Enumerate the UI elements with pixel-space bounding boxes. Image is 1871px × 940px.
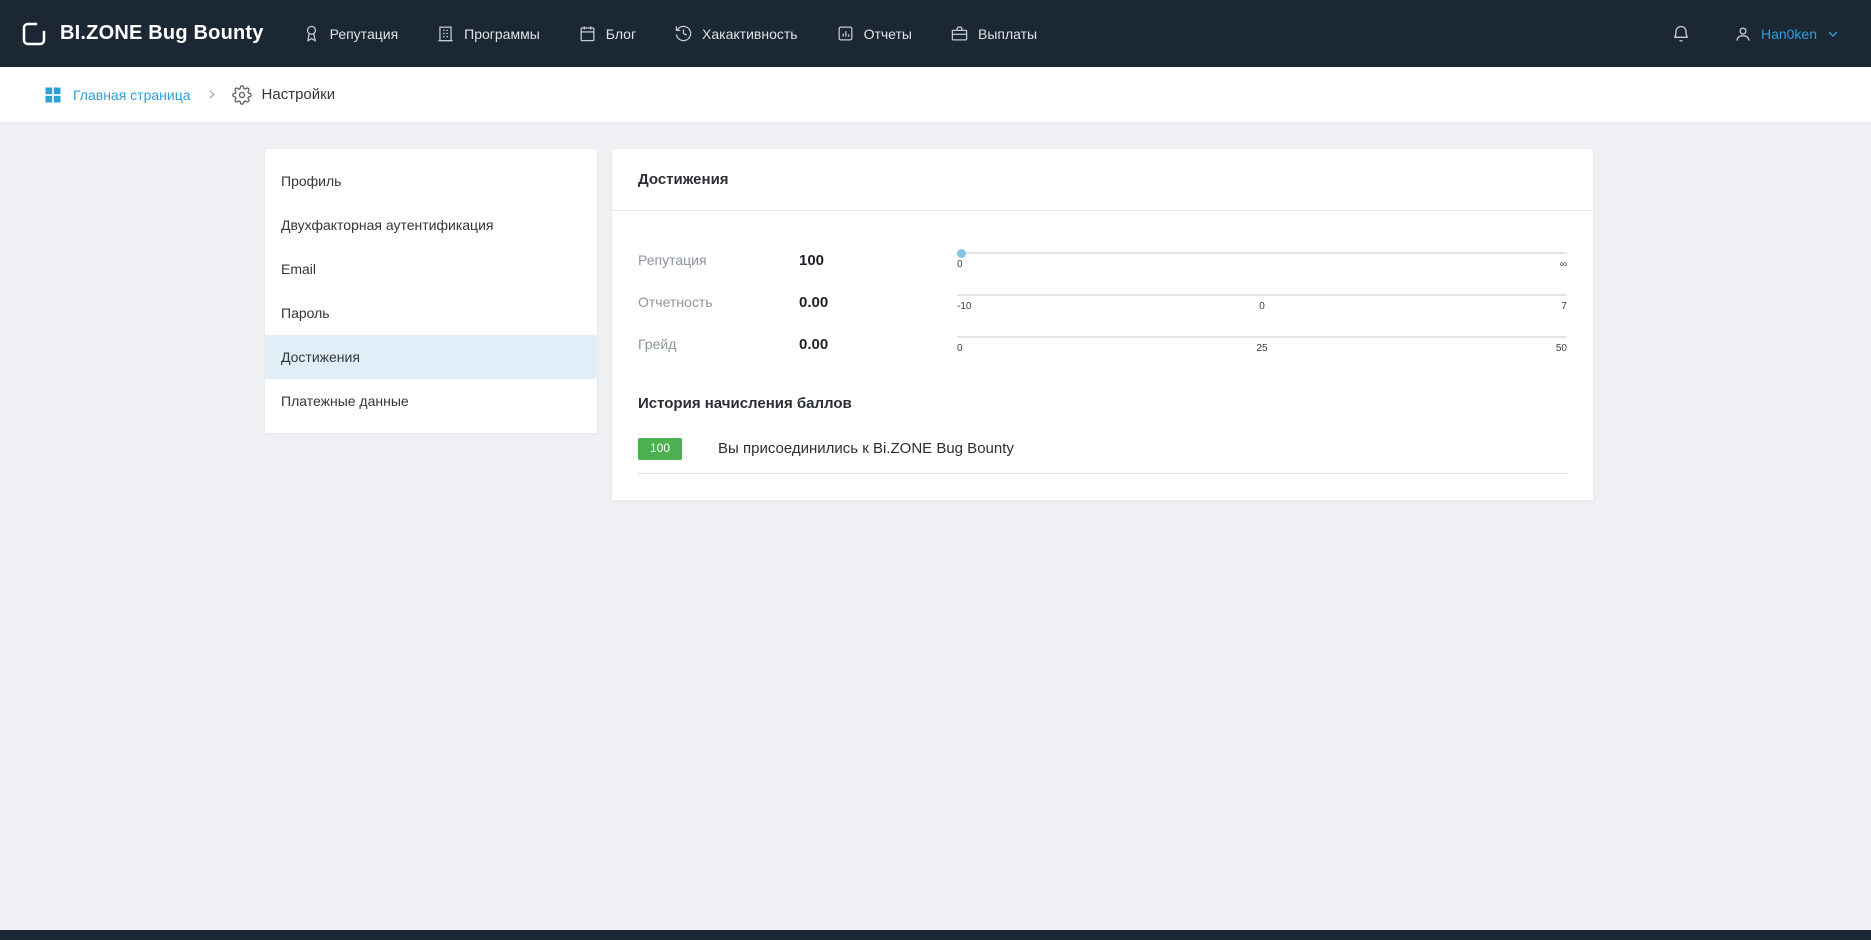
brand-logo[interactable]: BI.ZONE Bug Bounty <box>19 19 264 49</box>
metric-value: 0.00 <box>799 336 957 353</box>
scale-mid <box>1160 259 1363 270</box>
scale-min: -10 <box>957 301 1160 312</box>
medal-icon <box>302 24 321 43</box>
calendar-icon <box>578 24 597 43</box>
nav-item-reputation[interactable]: Репутация <box>302 24 399 43</box>
metric-label: Репутация <box>638 252 799 268</box>
user-menu[interactable]: Han0ken <box>1733 24 1841 44</box>
history-entry-text: Вы присоединились к Bi.ZONE Bug Bounty <box>718 440 1014 457</box>
nav-item-label: Отчеты <box>864 26 912 42</box>
metric-row-reporting: Отчетность 0.00 -10 0 7 <box>638 281 1567 323</box>
scale-mid: 25 <box>1160 343 1363 354</box>
breadcrumb-current: Настройки <box>232 85 336 105</box>
report-icon <box>836 24 855 43</box>
nav-item-blog[interactable]: Блог <box>578 24 636 43</box>
notifications-bell-icon[interactable] <box>1671 24 1691 44</box>
metric-scale: -10 0 7 <box>957 292 1567 312</box>
metric-scale: 0 25 50 <box>957 334 1567 354</box>
scale-min: 0 <box>957 259 1160 270</box>
sidebar-item-email[interactable]: Email <box>265 247 597 291</box>
metric-row-reputation: Репутация 100 0 ∞ <box>638 239 1567 281</box>
bizone-logo-icon <box>19 19 49 49</box>
nav-item-programs[interactable]: Программы <box>436 24 540 43</box>
sidebar-item-2fa[interactable]: Двухфакторная аутентификация <box>265 203 597 247</box>
panel-title: Достижения <box>612 149 1593 211</box>
sidebar-item-achievements[interactable]: Достижения <box>265 335 597 379</box>
settings-sidebar: Профиль Двухфакторная аутентификация Ema… <box>264 148 598 434</box>
scale-labels: 0 ∞ <box>957 259 1567 270</box>
sidebar-item-payment-details[interactable]: Платежные данные <box>265 379 597 423</box>
footer-strip <box>0 930 1871 940</box>
navbar-right: Han0ken <box>1671 24 1841 44</box>
breadcrumb-current-label: Настройки <box>262 86 336 103</box>
scale-max: ∞ <box>1364 259 1567 270</box>
metric-label: Грейд <box>638 336 799 352</box>
breadcrumb-home-label: Главная страница <box>73 87 191 103</box>
metric-value: 0.00 <box>799 294 957 311</box>
user-icon <box>1733 24 1753 44</box>
grid-icon <box>43 85 63 105</box>
slider-track <box>957 336 1567 338</box>
breadcrumb: Главная страница Настройки <box>0 67 1871 123</box>
metric-value: 100 <box>799 252 957 269</box>
nav-item-reports[interactable]: Отчеты <box>836 24 912 43</box>
building-icon <box>436 24 455 43</box>
scale-max: 50 <box>1364 343 1567 354</box>
main-nav: Репутация Программы Блог <box>302 24 1038 43</box>
history-icon <box>674 24 693 43</box>
chevron-right-icon <box>205 88 218 101</box>
slider-track <box>957 294 1567 296</box>
breadcrumb-home-link[interactable]: Главная страница <box>43 85 191 105</box>
nav-item-label: Блог <box>606 26 636 42</box>
history-title: История начисления баллов <box>638 395 1567 412</box>
nav-item-hacktivity[interactable]: Хакактивность <box>674 24 798 43</box>
points-badge: 100 <box>638 438 682 460</box>
slider-handle <box>957 249 966 258</box>
metric-scale: 0 ∞ <box>957 250 1567 270</box>
nav-item-label: Репутация <box>330 26 399 42</box>
metrics-list: Репутация 100 0 ∞ Отчетность 0.00 <box>612 211 1593 377</box>
nav-item-label: Программы <box>464 26 540 42</box>
scale-labels: -10 0 7 <box>957 301 1567 312</box>
scale-labels: 0 25 50 <box>957 343 1567 354</box>
sidebar-item-password[interactable]: Пароль <box>265 291 597 335</box>
nav-item-label: Выплаты <box>978 26 1037 42</box>
top-navbar: BI.ZONE Bug Bounty Репутация Программы <box>0 0 1871 67</box>
main-content: Профиль Двухфакторная аутентификация Ema… <box>0 123 1871 501</box>
scale-mid: 0 <box>1160 301 1363 312</box>
user-name: Han0ken <box>1761 26 1817 42</box>
gear-icon <box>232 85 252 105</box>
scale-max: 7 <box>1364 301 1567 312</box>
briefcase-icon <box>950 24 969 43</box>
chevron-down-icon <box>1825 26 1841 42</box>
history-entry: 100 Вы присоединились к Bi.ZONE Bug Boun… <box>638 438 1567 474</box>
nav-item-payouts[interactable]: Выплаты <box>950 24 1037 43</box>
brand-name: BI.ZONE Bug Bounty <box>60 22 264 45</box>
slider-track <box>957 252 1567 254</box>
scale-min: 0 <box>957 343 1160 354</box>
nav-item-label: Хакактивность <box>702 26 798 42</box>
achievements-panel: Достижения Репутация 100 0 ∞ Отчетн <box>611 148 1594 501</box>
sidebar-item-profile[interactable]: Профиль <box>265 159 597 203</box>
metric-label: Отчетность <box>638 294 799 310</box>
metric-row-grade: Грейд 0.00 0 25 50 <box>638 323 1567 365</box>
